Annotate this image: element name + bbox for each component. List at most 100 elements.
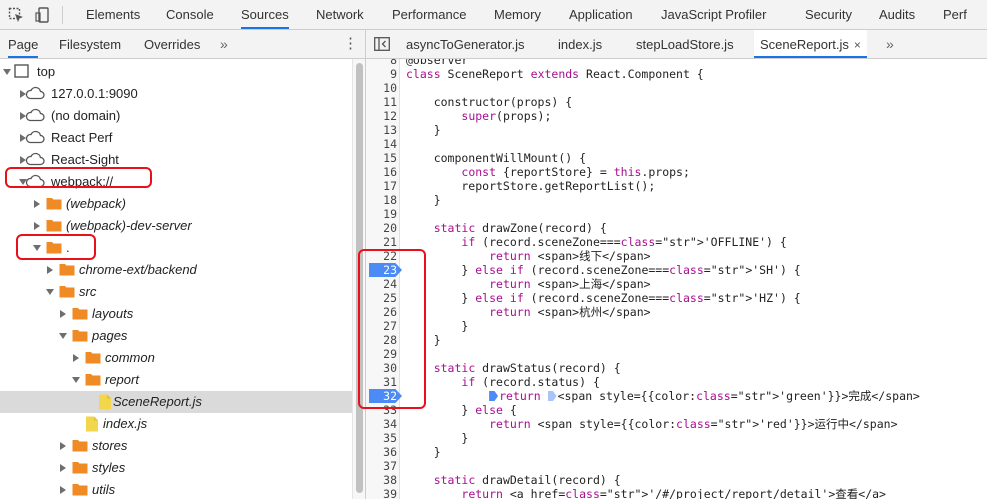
- tab-elements[interactable]: Elements: [86, 0, 140, 29]
- line-number[interactable]: 37: [366, 459, 397, 473]
- line-number[interactable]: 12: [366, 109, 397, 123]
- line-number[interactable]: 35: [366, 431, 397, 445]
- line-number[interactable]: 15: [366, 151, 397, 165]
- nav-tab-filesystem[interactable]: Filesystem: [59, 30, 121, 58]
- line-number[interactable]: 10: [366, 81, 397, 95]
- expand-arrow-icon[interactable]: [73, 354, 79, 362]
- file-tab-steploadstore-js[interactable]: stepLoadStore.js: [636, 30, 734, 58]
- line-number[interactable]: 9: [366, 67, 397, 81]
- line-number[interactable]: 34: [366, 417, 397, 431]
- navigator-menu-button[interactable]: ⋮: [343, 36, 358, 52]
- collapse-arrow-icon[interactable]: [59, 333, 67, 339]
- tab-console[interactable]: Console: [166, 0, 214, 29]
- line-number[interactable]: 18: [366, 193, 397, 207]
- annotation-dot-folder: [16, 234, 96, 260]
- close-tab-icon[interactable]: ×: [854, 38, 861, 52]
- folder-icon: [85, 372, 101, 389]
- tab-perf[interactable]: Perf: [943, 0, 967, 29]
- code-editor[interactable]: 8 @observer 9 class SceneReport extends Rea…: [366, 59, 987, 499]
- inline-breakpoint-icon[interactable]: [547, 391, 557, 401]
- line-number[interactable]: 17: [366, 179, 397, 193]
- code-line: 33 } else {: [366, 403, 987, 417]
- code-line: 11 constructor(props) {: [366, 95, 987, 109]
- line-number[interactable]: 16: [366, 165, 397, 179]
- more-tabs-button[interactable]: »: [220, 30, 228, 58]
- tree-item-stores[interactable]: stores: [0, 435, 352, 457]
- file-tab-asynctogenerator-js[interactable]: asyncToGenerator.js: [406, 30, 525, 58]
- code-line: 15 componentWillMount() {: [366, 151, 987, 165]
- tab-security[interactable]: Security: [805, 0, 852, 29]
- line-number[interactable]: 21: [366, 235, 397, 249]
- code-line: 25 } else if (record.sceneZone===class="…: [366, 291, 987, 305]
- collapse-arrow-icon[interactable]: [46, 289, 54, 295]
- tree-item-report[interactable]: report: [0, 369, 352, 391]
- code-text: return <span style={{color:class="str">'…: [406, 389, 920, 403]
- tree-item-webpack[interactable]: (webpack): [0, 193, 352, 215]
- tree-item-src[interactable]: src: [0, 281, 352, 303]
- expand-arrow-icon[interactable]: [34, 200, 40, 208]
- tab-application[interactable]: Application: [569, 0, 633, 29]
- code-text: super(props);: [461, 109, 552, 123]
- line-number[interactable]: 8: [366, 59, 397, 67]
- nav-tab-page[interactable]: Page: [8, 30, 39, 58]
- device-toolbar-icon[interactable]: [35, 7, 51, 23]
- expand-arrow-icon[interactable]: [60, 464, 66, 472]
- tree-item-scenereport-js[interactable]: SceneReport.js: [0, 391, 352, 413]
- nav-tab-overrides[interactable]: Overrides: [144, 30, 200, 58]
- line-number[interactable]: 14: [366, 137, 397, 151]
- inspect-element-icon[interactable]: [8, 7, 24, 23]
- tree-item-top[interactable]: top: [0, 61, 352, 83]
- line-number[interactable]: 20: [366, 221, 397, 235]
- file-tab-index-js[interactable]: index.js: [558, 30, 602, 58]
- expand-arrow-icon[interactable]: [60, 310, 66, 318]
- folder-icon: [59, 284, 75, 301]
- tree-item-utils[interactable]: utils: [0, 479, 352, 499]
- code-text: }: [406, 123, 441, 137]
- tab-javascript-profiler[interactable]: JavaScript Profiler: [661, 0, 766, 29]
- line-number[interactable]: 39: [366, 487, 397, 499]
- folder-icon: [72, 460, 88, 477]
- line-number[interactable]: 19: [366, 207, 397, 221]
- code-text: constructor(props) {: [406, 95, 573, 109]
- line-number[interactable]: 11: [366, 95, 397, 109]
- code-line: 14: [366, 137, 987, 151]
- code-line: 8 @observer: [366, 59, 987, 67]
- line-number[interactable]: 13: [366, 123, 397, 137]
- cloud-icon: [25, 130, 45, 147]
- code-line: 36 }: [366, 445, 987, 459]
- toggle-navigator-icon[interactable]: [374, 37, 390, 51]
- collapse-arrow-icon[interactable]: [3, 69, 11, 75]
- frame-icon: [14, 64, 29, 81]
- code-text: return <a href=class="str">'/#/project/r…: [461, 487, 886, 499]
- tab-performance[interactable]: Performance: [392, 0, 466, 29]
- line-number[interactable]: 38: [366, 473, 397, 487]
- file-tab-scenereport-js[interactable]: SceneReport.js ×: [754, 30, 867, 58]
- tree-item-label: top: [37, 64, 56, 79]
- tab-sources[interactable]: Sources: [241, 0, 289, 29]
- tree-item-chrome-ext-backend[interactable]: chrome-ext/backend: [0, 259, 352, 281]
- expand-arrow-icon[interactable]: [47, 266, 53, 274]
- more-files-button[interactable]: »: [886, 30, 894, 58]
- tree-item-common[interactable]: common: [0, 347, 352, 369]
- expand-arrow-icon[interactable]: [34, 222, 40, 230]
- tree-item-label: common: [105, 350, 155, 365]
- tree-item-no-domain[interactable]: (no domain): [0, 105, 352, 127]
- collapse-arrow-icon[interactable]: [72, 377, 80, 383]
- tree-item-index-js[interactable]: index.js: [0, 413, 352, 435]
- tab-network[interactable]: Network: [316, 0, 364, 29]
- tree-item-127-0-0-1-9090[interactable]: 127.0.0.1:9090: [0, 83, 352, 105]
- tab-memory[interactable]: Memory: [494, 0, 541, 29]
- folder-icon: [72, 306, 88, 323]
- folder-icon: [72, 482, 88, 499]
- tree-item-styles[interactable]: styles: [0, 457, 352, 479]
- tree-item-react-perf[interactable]: React Perf: [0, 127, 352, 149]
- line-number[interactable]: 36: [366, 445, 397, 459]
- tree-item-layouts[interactable]: layouts: [0, 303, 352, 325]
- expand-arrow-icon[interactable]: [60, 486, 66, 494]
- code-text: if (record.status) {: [461, 375, 600, 389]
- expand-arrow-icon[interactable]: [60, 442, 66, 450]
- tree-item-label: chrome-ext/backend: [79, 262, 197, 277]
- code-line: 16 const {reportStore} = this.props;: [366, 165, 987, 179]
- tab-audits[interactable]: Audits: [879, 0, 915, 29]
- tree-item-pages[interactable]: pages: [0, 325, 352, 347]
